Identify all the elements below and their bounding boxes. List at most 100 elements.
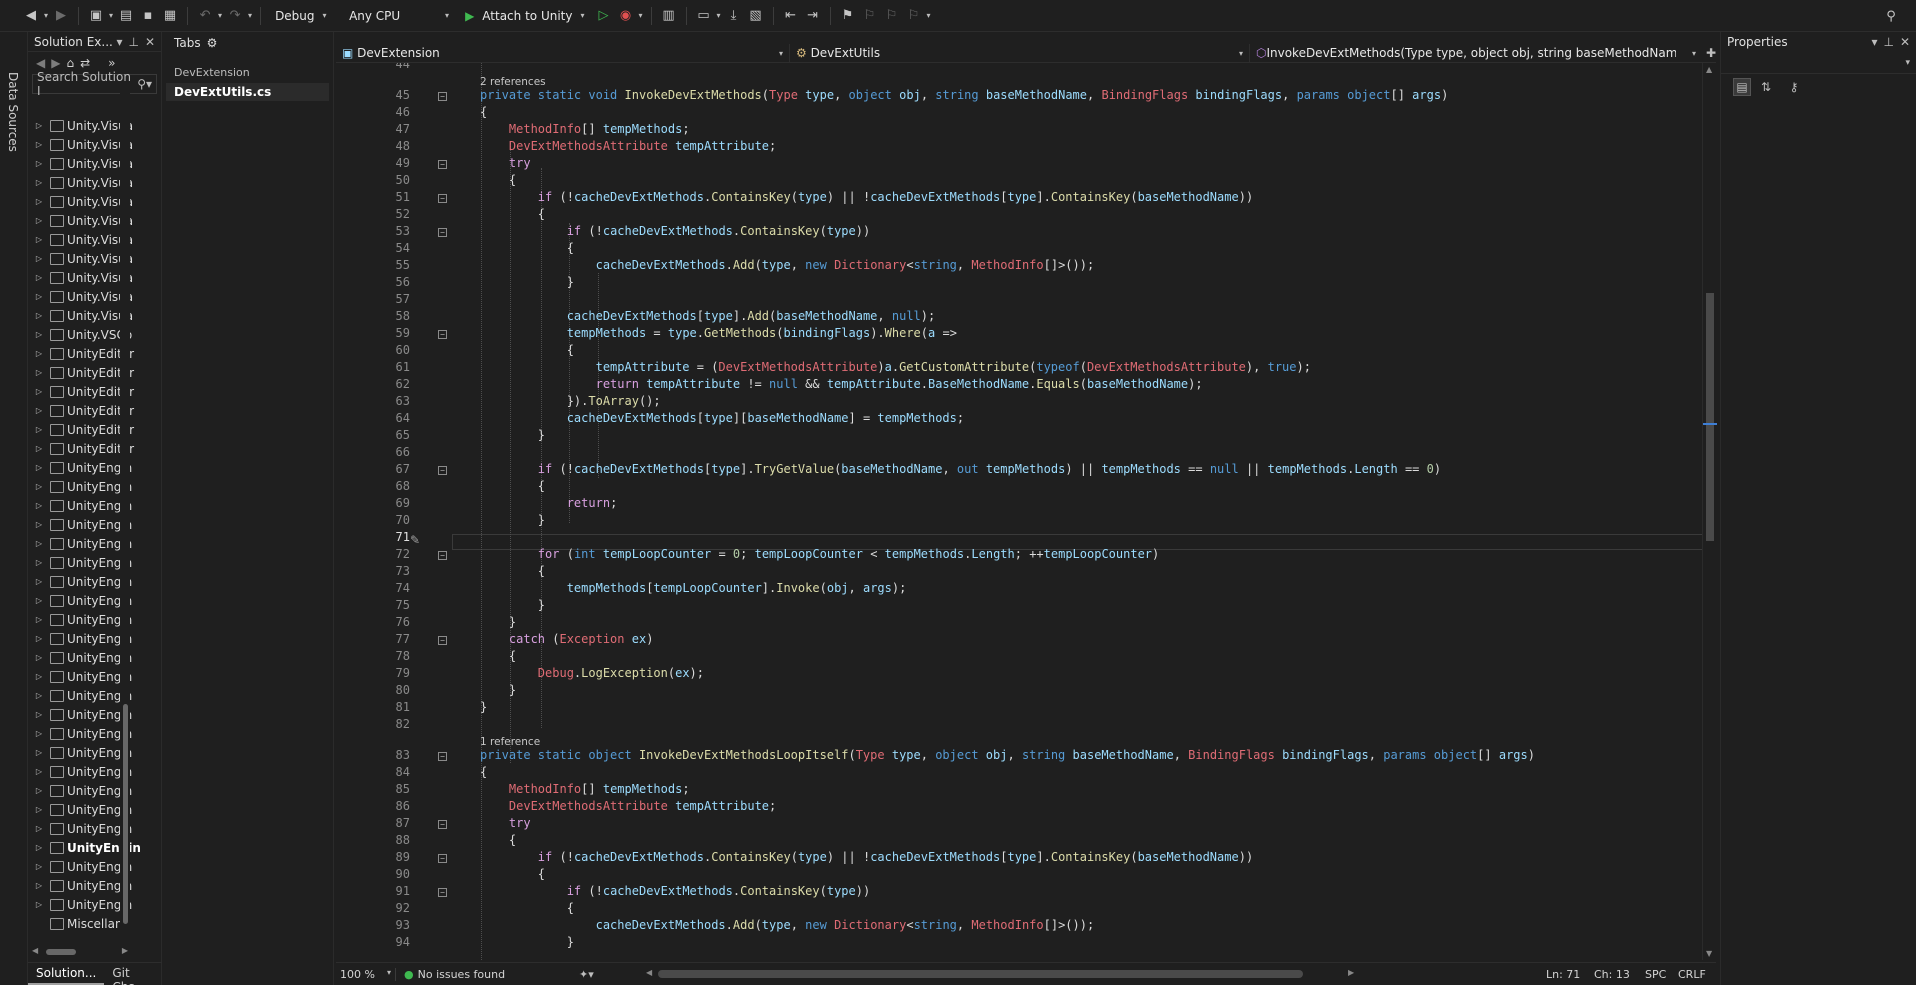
expand-arrow-icon[interactable]: ▷	[28, 824, 50, 833]
tree-item[interactable]: ▷ UnityEngin	[28, 610, 150, 629]
tree-item[interactable]: ▷ Unity.Visua	[28, 173, 150, 192]
issues-indicator[interactable]: ● No issues found	[404, 968, 569, 981]
configuration-dropdown[interactable]: Debug ▾	[269, 5, 339, 27]
tree-item[interactable]: ▷ UnityEngin	[28, 724, 150, 743]
expand-arrow-icon[interactable]: ▷	[28, 254, 50, 263]
save-icon[interactable]: ▪	[139, 7, 157, 25]
quick-actions-icon[interactable]: ✎	[410, 533, 420, 547]
fold-toggle-icon[interactable]: −	[438, 551, 447, 560]
outdent-icon[interactable]: ⇤	[782, 7, 800, 25]
tree-item[interactable]: ▷ UnityEngin	[28, 876, 150, 895]
expand-arrow-icon[interactable]: ▷	[28, 577, 50, 586]
member-dropdown[interactable]: ⬡InvokeDevExtMethods(Type type, object o…	[1250, 44, 1702, 63]
tree-item[interactable]: ▷ UnityEngin	[28, 743, 150, 762]
expand-arrow-icon[interactable]: ▷	[28, 368, 50, 377]
overflow-icon[interactable]: »	[108, 56, 115, 70]
tree-item[interactable]: ▷ UnityEngin	[28, 705, 150, 724]
expand-arrow-icon[interactable]: ▷	[28, 330, 50, 339]
fold-toggle-icon[interactable]: −	[438, 854, 447, 863]
fold-toggle-icon[interactable]: −	[438, 752, 447, 761]
tree-item[interactable]: ▷ Unity.Visua	[28, 192, 150, 211]
next-bookmark-icon[interactable]: ⚐	[883, 7, 901, 25]
tree-item[interactable]: ▷ UnityEngin	[28, 629, 150, 648]
expand-arrow-icon[interactable]: ▷	[28, 501, 50, 510]
solution-vertical-scrollbar[interactable]	[120, 84, 130, 929]
expand-arrow-icon[interactable]: ▷	[28, 786, 50, 795]
tree-item[interactable]: ▷ Unity.Visua	[28, 306, 150, 325]
expand-arrow-icon[interactable]: ▷	[28, 311, 50, 320]
expand-arrow-icon[interactable]: ▷	[28, 520, 50, 529]
new-project-icon[interactable]: ▣	[87, 7, 105, 25]
tree-item[interactable]: ▷ UnityEngin	[28, 781, 150, 800]
close-icon[interactable]: ✕	[1900, 35, 1910, 49]
hot-reload-icon[interactable]: ◉	[616, 7, 634, 25]
tree-item[interactable]: ▷ UnityEngin	[28, 838, 150, 857]
tree-item[interactable]: ▷ UnityEditor	[28, 382, 150, 401]
fold-toggle-icon[interactable]: −	[438, 888, 447, 897]
expand-arrow-icon[interactable]: ▷	[28, 482, 50, 491]
tree-item[interactable]: ▷ UnityEngin	[28, 857, 150, 876]
redo-icon[interactable]: ↷	[226, 7, 244, 25]
expand-arrow-icon[interactable]: ▷	[28, 463, 50, 472]
split-editor-icon[interactable]: ✚	[1702, 46, 1716, 60]
project-dropdown[interactable]: ▣ DevExtension ▾	[336, 43, 790, 63]
tree-item[interactable]: ▷ Unity.Visua	[28, 154, 150, 173]
hot-reload-dropdown-icon[interactable]: ▾	[638, 11, 642, 20]
back-icon[interactable]: ◀	[36, 56, 45, 70]
indent-icon[interactable]: ⇥	[804, 7, 822, 25]
tree-item[interactable]: ▷ UnityEngin	[28, 686, 150, 705]
line-ending-indicator[interactable]: CRLF	[1678, 968, 1706, 981]
scrollbar-thumb[interactable]	[658, 970, 1303, 978]
undo-dropdown-icon[interactable]: ▾	[218, 11, 222, 20]
scroll-right-icon[interactable]: ▶	[1348, 968, 1354, 977]
expand-arrow-icon[interactable]: ▷	[28, 159, 50, 168]
pin-icon[interactable]: ⊥	[1883, 35, 1893, 49]
column-indicator[interactable]: Ch: 13	[1594, 968, 1630, 981]
layout-icon[interactable]: ▭	[695, 7, 713, 25]
tree-item[interactable]: ▷ UnityEditor	[28, 363, 150, 382]
tree-item[interactable]: ▷ Unity.Visua	[28, 268, 150, 287]
tree-item[interactable]: ▷ UnityEngin	[28, 591, 150, 610]
expand-arrow-icon[interactable]: ▷	[28, 121, 50, 130]
line-indicator[interactable]: Ln: 71	[1546, 968, 1580, 981]
tree-item[interactable]: ▷ UnityEngin	[28, 762, 150, 781]
expand-arrow-icon[interactable]: ▷	[28, 444, 50, 453]
tree-item[interactable]: ▷ UnityEditor	[28, 344, 150, 363]
start-without-debugging-icon[interactable]: ▷	[594, 7, 612, 25]
tree-item[interactable]: ▷ Unity.Visua	[28, 211, 150, 230]
expand-arrow-icon[interactable]: ▷	[28, 292, 50, 301]
new-dropdown-icon[interactable]: ▾	[109, 11, 113, 20]
tree-item[interactable]: ▷ UnityEngin	[28, 553, 150, 572]
code-cleanup-icon[interactable]: ✦▾	[579, 968, 594, 981]
open-folder-icon[interactable]: ▤	[117, 7, 135, 25]
expand-arrow-icon[interactable]: ▷	[28, 349, 50, 358]
tree-item[interactable]: ▷ UnityEngin	[28, 515, 150, 534]
step-icon[interactable]: ⤓	[725, 7, 743, 25]
editor-vertical-scrollbar[interactable]: ▲ ▼	[1702, 63, 1717, 960]
switch-views-icon[interactable]: ⇄	[80, 56, 90, 70]
expand-arrow-icon[interactable]: ▷	[28, 425, 50, 434]
back-dropdown-icon[interactable]: ▾	[44, 11, 48, 20]
tree-item[interactable]: ▷ UnityEditor	[28, 401, 150, 420]
home-icon[interactable]: ⌂	[66, 56, 74, 70]
expand-arrow-icon[interactable]: ▷	[28, 539, 50, 548]
tree-item[interactable]: ▷ UnityEditor	[28, 439, 150, 458]
code-editor[interactable]: 44 45 − 46 47 48 49 − 50 51 − 52 53 − 54 55 56 57 58 59 − 60 6…	[336, 63, 1716, 960]
tab-file-devextutils[interactable]: DevExtUtils.cs	[166, 83, 329, 101]
scroll-down-icon[interactable]: ▼	[1706, 949, 1712, 958]
expand-arrow-icon[interactable]: ▷	[28, 900, 50, 909]
pin-icon[interactable]: ⊥	[128, 35, 138, 49]
scroll-right-icon[interactable]: ▶	[122, 946, 128, 955]
clear-bookmarks-icon[interactable]: ⚐	[905, 7, 923, 25]
expand-arrow-icon[interactable]: ▷	[28, 672, 50, 681]
breakpoint-window-icon[interactable]: ▧	[747, 7, 765, 25]
panel-menu-icon[interactable]: ▾	[1871, 35, 1877, 49]
expand-arrow-icon[interactable]: ▷	[28, 558, 50, 567]
tree-item[interactable]: ▷ UnityEngin	[28, 895, 150, 914]
tree-item[interactable]: ▷ UnityEngin	[28, 819, 150, 838]
scroll-up-icon[interactable]: ▲	[1706, 65, 1712, 74]
expand-arrow-icon[interactable]: ▷	[28, 406, 50, 415]
tree-item[interactable]: Miscellane	[28, 914, 150, 933]
fold-toggle-icon[interactable]: −	[438, 228, 447, 237]
expand-arrow-icon[interactable]: ▷	[28, 767, 50, 776]
